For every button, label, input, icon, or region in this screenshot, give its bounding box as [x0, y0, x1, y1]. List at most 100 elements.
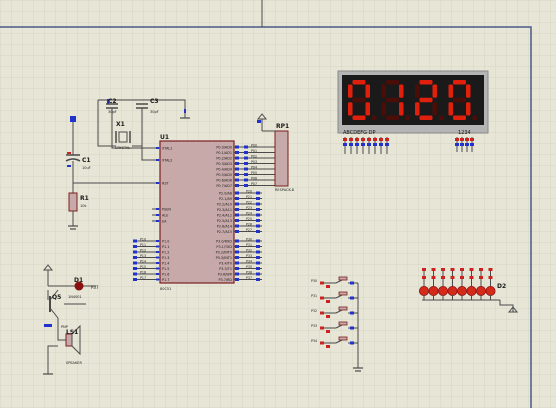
pin-marker: [460, 143, 464, 146]
u1-pin-label: P0.7/AD7: [216, 184, 232, 188]
led-2: [428, 285, 439, 296]
pin-marker: [256, 224, 260, 228]
pin-marker: [350, 341, 354, 345]
u1-pin-label: P0.2/AD2: [216, 157, 232, 161]
digit-2-segment-f: [381, 84, 386, 98]
led-7: [475, 285, 486, 296]
net-label: P13: [140, 254, 146, 258]
pin-marker: [326, 315, 330, 318]
pin-marker: [256, 219, 260, 222]
u1-chip[interactable]: XTAL1XTAL2 RST PSENALEEA P1.0P1.1P1.2P1.…: [152, 140, 242, 284]
led-1: [418, 285, 429, 296]
c3-ref: C3: [150, 98, 159, 105]
pin-marker: [235, 197, 239, 200]
u1-pin-label: P1.4: [162, 262, 169, 266]
pin-marker: [44, 324, 52, 327]
crystal-body: [118, 131, 128, 143]
pin-marker: [235, 178, 239, 182]
pin-marker: [455, 143, 459, 146]
digit-1-segment-d: [352, 115, 366, 120]
pin-marker: [320, 341, 324, 345]
seven-segment-display[interactable]: [337, 70, 489, 134]
button-cap: [338, 276, 348, 281]
schematic-canvas[interactable]: C2 30pF C3 30pF X1 CRYSTAL C1 10uF R1 10…: [0, 0, 556, 408]
digit-1-segment-f: [348, 84, 353, 98]
net-label: P25: [246, 217, 252, 221]
pin-marker: [156, 240, 159, 242]
pin-marker: [350, 311, 354, 315]
digit-4-segment-f: [448, 84, 453, 98]
button-cap: [338, 336, 348, 341]
net-label: P36: [246, 271, 252, 275]
digit-4-segment-d: [453, 115, 466, 120]
digit-3-segment-e: [415, 102, 420, 116]
net-label: P06: [251, 177, 257, 181]
pin-marker: [133, 245, 137, 248]
net-label: P00: [251, 144, 257, 148]
u1-pin-label: P3.6/WR: [218, 273, 233, 277]
pin-marker: [133, 272, 137, 276]
pin-marker: [156, 220, 159, 222]
digit-2-segment-b: [399, 84, 404, 98]
pin-marker: [379, 138, 383, 141]
pin-marker: [133, 239, 137, 243]
pin-marker: [257, 120, 261, 123]
pin-marker: [235, 239, 239, 243]
pin-marker: [235, 173, 239, 176]
net-label: P34: [246, 260, 252, 264]
u1-pin-label: XTAL2: [162, 159, 172, 163]
ls1-part: SPEAKER: [66, 361, 82, 365]
pin-marker: [67, 152, 71, 154]
pin-marker: [465, 138, 469, 141]
pin-marker: [235, 145, 239, 149]
c3-value: 30pF: [150, 110, 159, 114]
u1-pin-label: P1.0: [162, 240, 169, 244]
pin-marker: [256, 202, 260, 206]
button-net-label: P31: [311, 294, 317, 298]
u1-pin-label: P2.6/A14: [217, 225, 232, 229]
pin-marker: [156, 278, 159, 281]
pin-marker: [422, 276, 426, 279]
pin-marker: [488, 276, 493, 279]
pin-marker: [244, 173, 248, 176]
pin-marker: [235, 230, 239, 233]
u1-pin-label: RST: [162, 182, 170, 186]
pin-marker: [256, 213, 260, 217]
pin-marker: [450, 276, 455, 279]
pin-marker: [256, 208, 260, 211]
pin-marker: [488, 268, 493, 271]
pin-marker: [235, 224, 239, 228]
ls1-ref: LS1: [66, 329, 78, 336]
pin-marker: [256, 250, 260, 254]
net-label: P16: [140, 271, 146, 275]
u1-pin-label: XTAL1: [162, 147, 172, 151]
u1-pin-label: P1.2: [162, 251, 169, 255]
net-label: P05: [251, 171, 257, 175]
pin-marker: [235, 208, 239, 211]
net-label: P07: [251, 182, 257, 186]
pin-marker: [460, 276, 464, 279]
digit-2-segment-a: [386, 80, 399, 85]
pin-marker: [320, 326, 324, 330]
pin-marker: [350, 281, 354, 285]
u1-pin-label: P2.1/A9: [219, 197, 232, 201]
r1-value: 10k: [80, 204, 87, 208]
pin-marker: [244, 156, 248, 160]
pin-marker: [373, 143, 377, 146]
pin-marker: [256, 197, 260, 200]
pin-marker: [133, 267, 137, 270]
net-label: P11: [140, 243, 146, 247]
u1-pin-label: PSEN: [162, 208, 171, 212]
pin-marker: [156, 159, 159, 161]
u1-pin-label: P2.4/A12: [217, 214, 232, 218]
pin-marker: [184, 109, 186, 113]
net-label: P15: [140, 265, 146, 269]
u1-pin-label: EA: [162, 220, 167, 224]
c1-value: 10uF: [82, 166, 91, 170]
pin-marker: [450, 268, 455, 271]
u1-pin-label: P0.3/AD3: [216, 162, 232, 166]
pin-marker: [235, 272, 239, 276]
pin-marker: [235, 167, 239, 171]
r1-body: [68, 192, 78, 212]
net-label: P32: [246, 249, 252, 253]
